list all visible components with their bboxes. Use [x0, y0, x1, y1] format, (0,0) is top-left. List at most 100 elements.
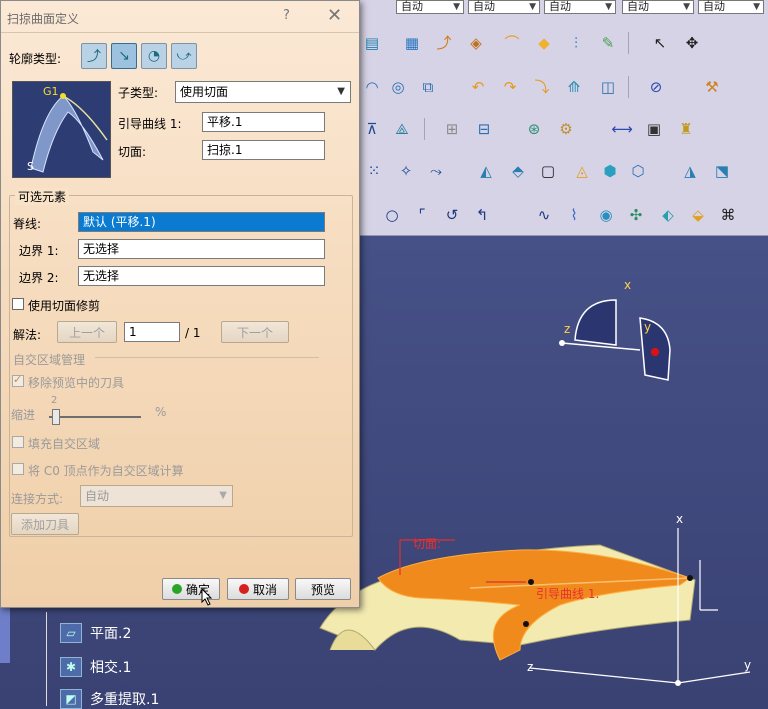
- profile-line-button[interactable]: ↘: [111, 43, 137, 69]
- combo-value: 自动: [703, 0, 725, 13]
- divider: [95, 357, 319, 358]
- subtype-dropdown[interactable]: 使用切面 ▼: [175, 81, 351, 103]
- profile-circle-button[interactable]: ◔: [141, 43, 167, 69]
- point-grid-icon[interactable]: ⁙: [362, 160, 386, 182]
- boundary1-field[interactable]: 无选择: [78, 239, 325, 259]
- blend-icon[interactable]: ⌒: [500, 32, 524, 54]
- surface-icon[interactable]: ◠: [360, 76, 384, 98]
- remove-tools-checkbox[interactable]: [12, 373, 24, 387]
- spine-field[interactable]: 默认 (平移.1): [78, 212, 325, 232]
- setback-slider-handle[interactable]: [52, 409, 60, 425]
- toolbar-row-3: ⊼ ⟁ ⊞ ⊟ ⊛ ⚙ ⟷ ▣ ♜: [360, 114, 768, 144]
- circle-pattern-icon[interactable]: ✧: [394, 160, 418, 182]
- square-icon[interactable]: ▢: [536, 160, 560, 182]
- toolbar-combo-2[interactable]: 自动 ▼: [468, 0, 540, 14]
- toolbar-combo-3[interactable]: 自动 ▼: [544, 0, 616, 14]
- c0-checkbox[interactable]: [12, 463, 24, 475]
- conic-icon[interactable]: ∿: [532, 204, 556, 226]
- toolbar-row-2: ◠ ◎ ⧉ ↶ ↷ ⤵ ⟰ ◫ ⊘ ⚒: [360, 72, 768, 102]
- ruler-icon[interactable]: ⟷: [610, 118, 634, 140]
- projection-icon[interactable]: ✣: [624, 204, 648, 226]
- affinity-icon[interactable]: ⊟: [472, 118, 496, 140]
- next-solution-button[interactable]: 下一个: [221, 321, 289, 343]
- unfold-icon[interactable]: ⬔: [710, 160, 734, 182]
- symmetry-icon[interactable]: ⊼: [360, 118, 384, 140]
- reflect-line-icon[interactable]: ⬙: [686, 204, 710, 226]
- toolbar-combo-4[interactable]: 自动 ▼: [622, 0, 694, 14]
- shape-fillet-icon[interactable]: ◭: [474, 160, 498, 182]
- extrude-icon[interactable]: ▤: [360, 32, 384, 54]
- sweep-icon[interactable]: ⤴: [432, 32, 456, 54]
- select-trap-icon[interactable]: ✥: [680, 32, 704, 54]
- setback-slider-track[interactable]: [49, 416, 141, 418]
- law-icon[interactable]: ⚙: [554, 118, 578, 140]
- arc-icon[interactable]: ↺: [440, 204, 464, 226]
- heal-icon[interactable]: ⧉: [416, 76, 440, 98]
- ok-dot-icon: [171, 584, 182, 594]
- connect-icon[interactable]: ◬: [570, 160, 594, 182]
- trim-checkbox[interactable]: [12, 298, 24, 310]
- cancel-button[interactable]: 取消: [227, 578, 289, 600]
- chordal-icon[interactable]: ⬘: [506, 160, 530, 182]
- connection-dropdown[interactable]: 自动 ▼: [80, 485, 233, 507]
- fill-checkbox[interactable]: [12, 436, 24, 448]
- toolbar-row-5: ○ ⌜ ↺ ↰ ∿ ⌇ ◉ ✣ ⬖ ⬙ ⌘: [360, 200, 768, 230]
- tree-item-plane[interactable]: ▱ 平面.2: [60, 623, 131, 643]
- curve-analysis-icon[interactable]: ⌘: [716, 204, 740, 226]
- subtype-value: 使用切面: [180, 85, 229, 99]
- combine-icon[interactable]: ⬖: [656, 204, 680, 226]
- preview-s-label: S: [27, 160, 34, 173]
- multi-section-icon[interactable]: ⫶: [564, 32, 588, 54]
- dialog-titlebar[interactable]: 扫掠曲面定义 ? ✕: [1, 1, 359, 33]
- boundary-icon[interactable]: ⤵: [530, 76, 554, 98]
- solution-number-field[interactable]: 1: [124, 322, 180, 342]
- corner-icon[interactable]: ⌜: [410, 204, 434, 226]
- tangent-surface-field[interactable]: 扫掠.1: [202, 140, 325, 160]
- helix-icon[interactable]: ⌇: [562, 204, 586, 226]
- prev-solution-button[interactable]: 上一个: [57, 321, 117, 343]
- tree-item-intersect[interactable]: ✱ 相交.1: [60, 657, 131, 677]
- extract-tool-icon[interactable]: ⟰: [562, 76, 586, 98]
- help-button[interactable]: ?: [283, 8, 290, 23]
- develop-icon[interactable]: ◮: [678, 160, 702, 182]
- offset-icon[interactable]: ✎: [596, 32, 620, 54]
- fill-icon[interactable]: ◈: [464, 32, 488, 54]
- rotate-icon[interactable]: ⟁: [390, 118, 414, 140]
- select-arrow-icon[interactable]: ↖: [648, 32, 672, 54]
- tree-item-extract[interactable]: ◩ 多重提取.1: [60, 689, 159, 709]
- analysis-icon[interactable]: ♜: [674, 118, 698, 140]
- spline-icon[interactable]: ⤳: [424, 160, 448, 182]
- toolbar-combo-5[interactable]: 自动 ▼: [698, 0, 764, 14]
- boundary2-field[interactable]: 无选择: [78, 266, 325, 286]
- trim-icon[interactable]: ↷: [498, 76, 522, 98]
- join-icon[interactable]: ◎: [386, 76, 410, 98]
- setback-unit: %: [155, 405, 167, 419]
- spiral-icon[interactable]: ◉: [594, 204, 618, 226]
- guide-curve-field[interactable]: 平移.1: [202, 112, 325, 132]
- circle-icon[interactable]: ○: [380, 204, 404, 226]
- add-tool-button[interactable]: 添加刀具: [11, 513, 79, 535]
- measure-icon[interactable]: ⊘: [644, 76, 668, 98]
- inertia-icon[interactable]: ▣: [642, 118, 666, 140]
- scaling-icon[interactable]: ⊞: [440, 118, 464, 140]
- axis-system-z-label: z: [527, 660, 534, 674]
- pattern-icon[interactable]: ⊛: [522, 118, 546, 140]
- profile-explicit-button[interactable]: ⤴: [81, 43, 107, 69]
- setback-value: 2: [51, 395, 58, 406]
- compass-triad[interactable]: [559, 299, 671, 381]
- solid-icon[interactable]: ⬢: [598, 160, 622, 182]
- grid-icon[interactable]: ▦: [400, 32, 424, 54]
- plane-icon: ▱: [60, 623, 82, 643]
- cancel-dot-icon: [238, 584, 249, 594]
- fillet-icon[interactable]: ◫: [596, 76, 620, 98]
- preview-button[interactable]: 预览: [295, 578, 351, 600]
- split-icon[interactable]: ↶: [466, 76, 490, 98]
- close-button[interactable]: ✕: [327, 5, 342, 26]
- toolbar-combo-1[interactable]: 自动 ▼: [396, 0, 464, 14]
- apply-material-icon[interactable]: ⚒: [700, 76, 724, 98]
- extract-icon: ◩: [60, 689, 82, 709]
- connect-curve-icon[interactable]: ↰: [470, 204, 494, 226]
- cube-icon[interactable]: ⬡: [626, 160, 650, 182]
- loft-icon[interactable]: ◆: [532, 32, 556, 54]
- profile-conic-button[interactable]: ⤻: [171, 43, 197, 69]
